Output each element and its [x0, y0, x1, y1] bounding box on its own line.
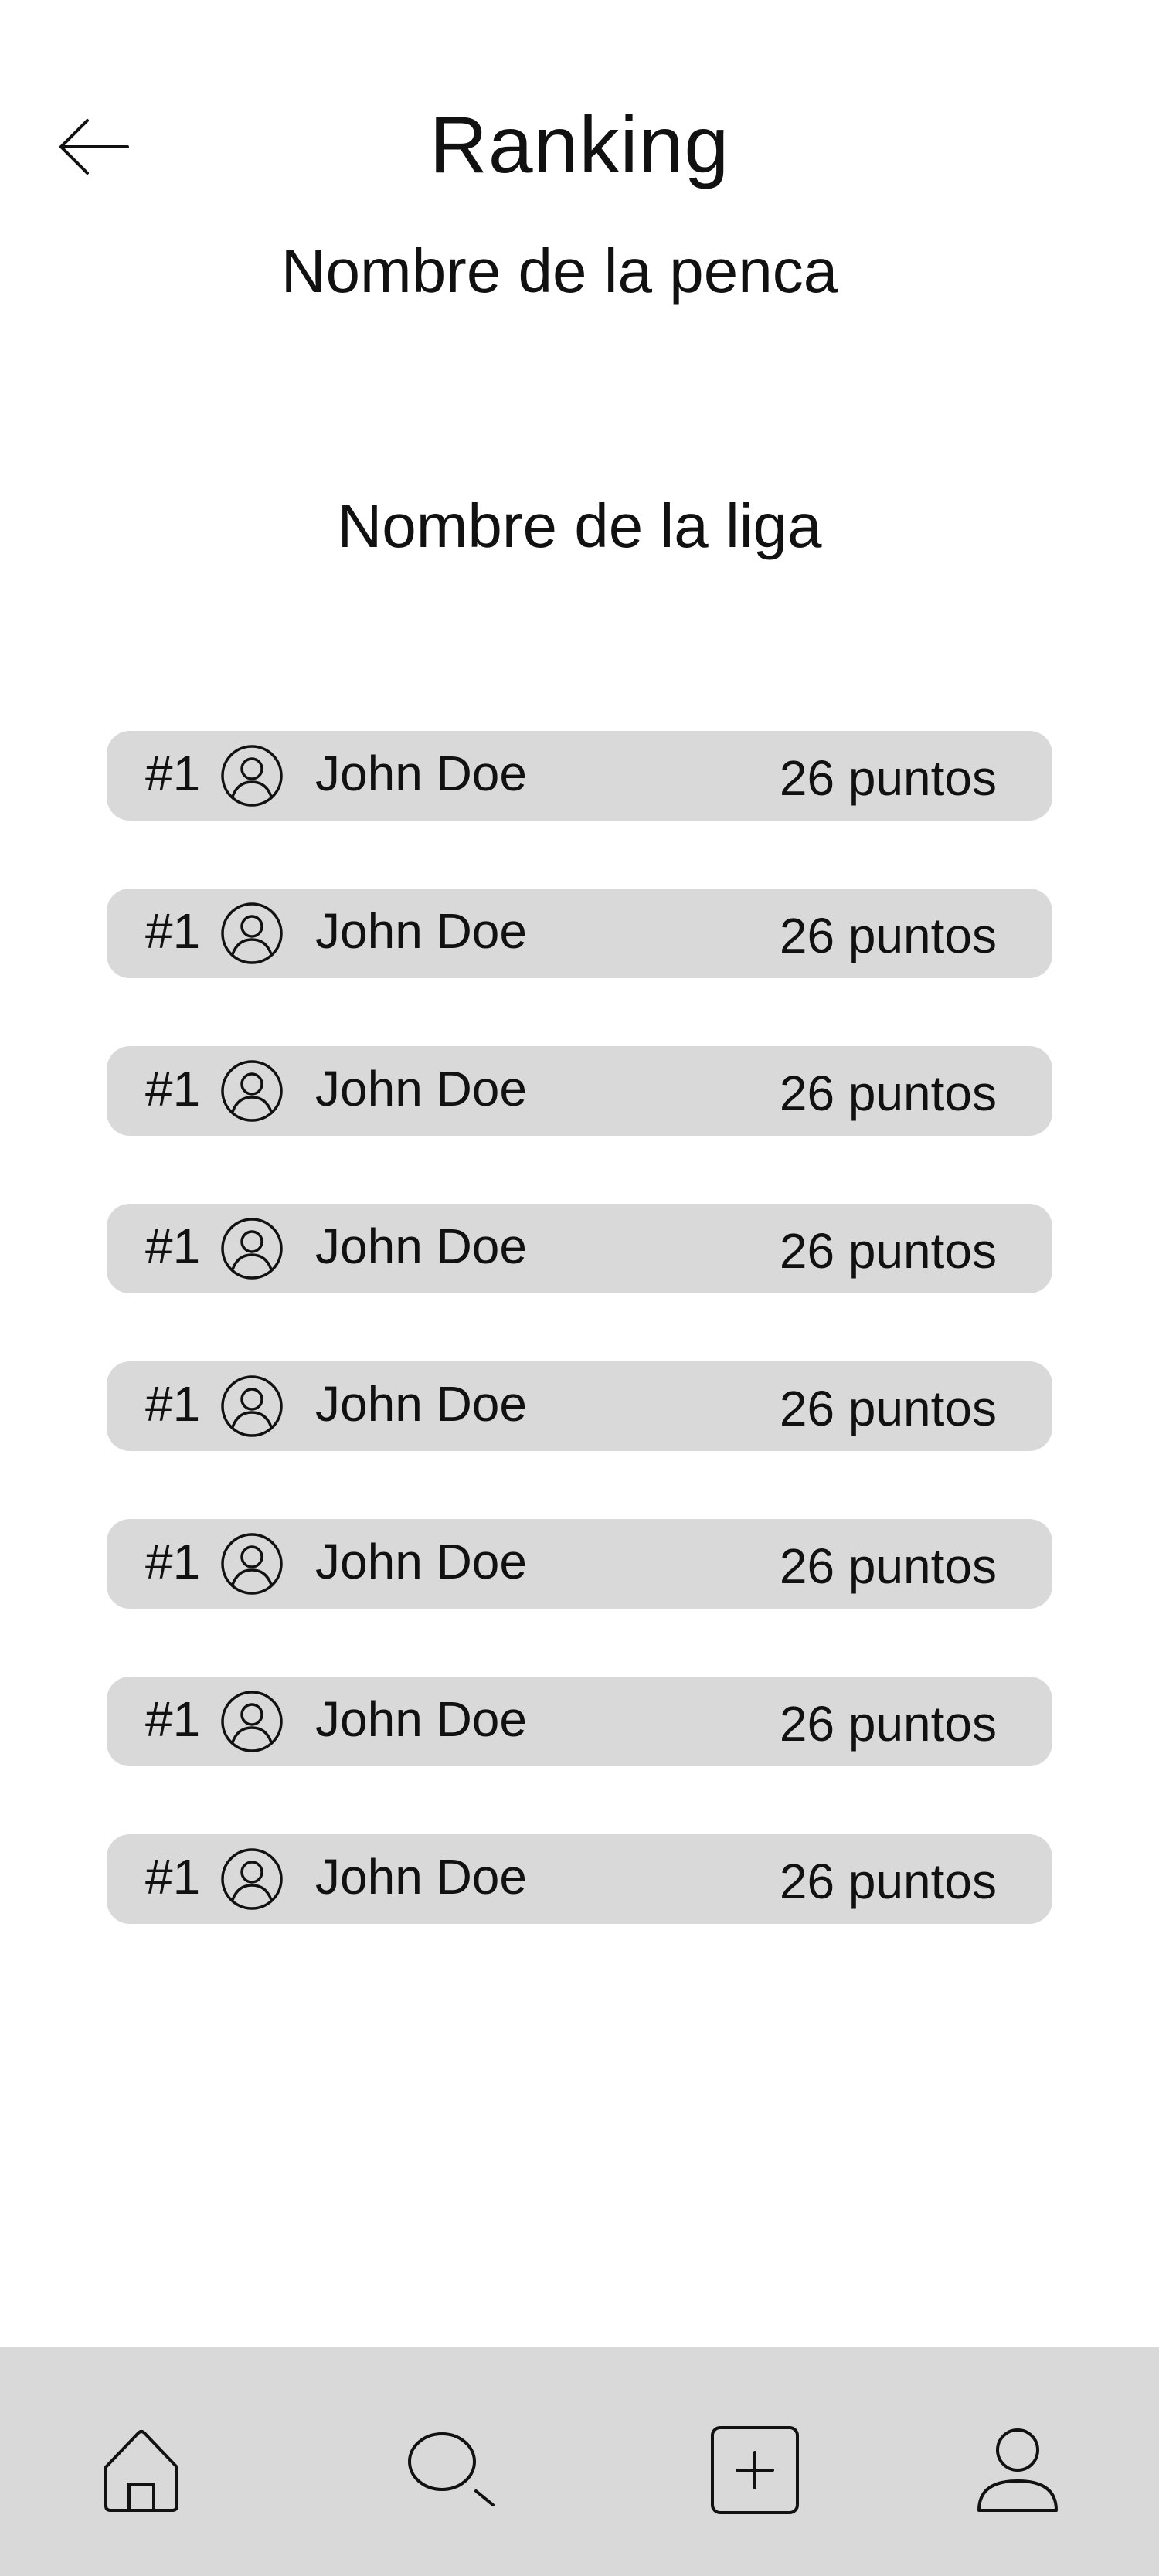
rank-position: #1 [145, 1061, 201, 1116]
league-name: Nombre de la liga [337, 491, 822, 560]
ranking-row[interactable]: #1 John Doe 26 puntos [107, 1834, 1052, 1924]
player-points: 26 puntos [779, 750, 997, 806]
user-circle-icon [219, 901, 284, 966]
player-name: John Doe [315, 1061, 527, 1116]
ranking-row[interactable]: #1 John Doe 26 puntos [107, 1519, 1052, 1609]
plus-square-icon [711, 2426, 799, 2514]
user-circle-icon [219, 1847, 284, 1912]
player-points: 26 puntos [779, 1696, 997, 1752]
rank-position: #1 [145, 1534, 201, 1589]
ranking-row[interactable]: #1 John Doe 26 puntos [107, 889, 1052, 978]
player-name: John Doe [315, 1534, 527, 1589]
rank-position: #1 [145, 903, 201, 959]
rank-position: #1 [145, 1218, 201, 1274]
nav-search-button[interactable] [402, 2420, 502, 2520]
player-name: John Doe [315, 1849, 527, 1905]
player-points: 26 puntos [779, 1538, 997, 1594]
bottom-nav [0, 2347, 1159, 2576]
user-circle-icon [219, 743, 284, 808]
nav-add-button[interactable] [705, 2420, 805, 2520]
player-name: John Doe [315, 1376, 527, 1432]
rank-position: #1 [145, 746, 201, 801]
search-icon [408, 2432, 495, 2506]
user-circle-icon [219, 1059, 284, 1123]
profile-icon [977, 2428, 1058, 2512]
ranking-list: #1 John Doe 26 puntos #1 John Doe 26 pun… [107, 731, 1052, 1992]
user-circle-icon [219, 1531, 284, 1596]
rank-position: #1 [145, 1691, 201, 1747]
nav-home-button[interactable] [91, 2420, 192, 2520]
player-points: 26 puntos [779, 1223, 997, 1279]
player-name: John Doe [315, 746, 527, 801]
ranking-row[interactable]: #1 John Doe 26 puntos [107, 1204, 1052, 1293]
player-name: John Doe [315, 1691, 527, 1747]
player-points: 26 puntos [779, 908, 997, 963]
player-points: 26 puntos [779, 1381, 997, 1436]
player-points: 26 puntos [779, 1854, 997, 1909]
rank-position: #1 [145, 1849, 201, 1905]
page-title: Ranking [429, 100, 730, 190]
rank-position: #1 [145, 1376, 201, 1432]
pool-name: Nombre de la penca [280, 236, 838, 305]
ranking-row[interactable]: #1 John Doe 26 puntos [107, 731, 1052, 821]
user-circle-icon [219, 1216, 284, 1281]
player-name: John Doe [315, 903, 527, 959]
ranking-row[interactable]: #1 John Doe 26 puntos [107, 1361, 1052, 1451]
home-icon [104, 2430, 178, 2512]
player-name: John Doe [315, 1218, 527, 1274]
user-circle-icon [219, 1689, 284, 1754]
player-points: 26 puntos [779, 1065, 997, 1121]
ranking-row[interactable]: #1 John Doe 26 puntos [107, 1677, 1052, 1766]
user-circle-icon [219, 1374, 284, 1439]
ranking-row[interactable]: #1 John Doe 26 puntos [107, 1046, 1052, 1136]
nav-profile-button[interactable] [967, 2420, 1068, 2520]
